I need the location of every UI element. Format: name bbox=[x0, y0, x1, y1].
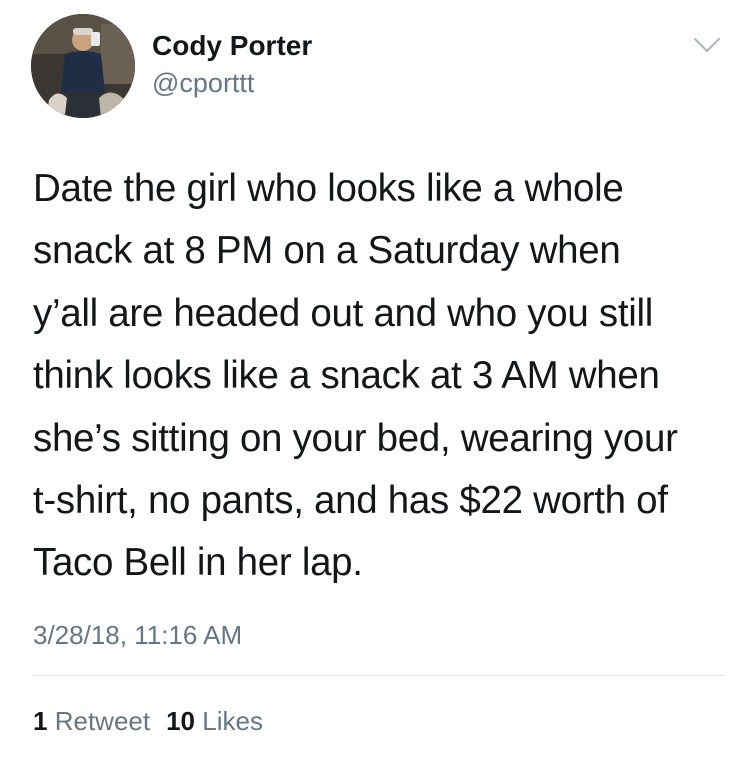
author-handle[interactable]: @cporttt bbox=[152, 68, 254, 98]
chevron-down-icon[interactable] bbox=[692, 34, 722, 56]
tweet-stats: 1 Retweet 10 Likes bbox=[33, 705, 263, 737]
likes-stat[interactable]: 10 Likes bbox=[166, 705, 263, 737]
tweet-text-line: Date the girl who looks like a whole bbox=[33, 167, 624, 210]
likes-label: Likes bbox=[202, 706, 263, 736]
profile-photo bbox=[31, 14, 135, 118]
retweets-count: 1 bbox=[33, 706, 48, 736]
tweet-text-line: Taco Bell in her lap. bbox=[33, 541, 363, 585]
divider bbox=[33, 675, 725, 676]
tweet-text-line: she’s sitting on your bed, wearing your bbox=[33, 416, 678, 460]
tweet-text: Date the girl who looks like a whole sna… bbox=[33, 158, 733, 595]
tweet-text-line: y’all are headed out and who you still bbox=[33, 291, 653, 335]
retweets-stat[interactable]: 1 Retweet bbox=[33, 705, 150, 737]
tweet-text-line: snack at 8 PM on a Saturday when bbox=[33, 229, 621, 273]
tweet-card: Cody Porter @cporttt Date the girl who l… bbox=[0, 0, 750, 757]
likes-count: 10 bbox=[166, 706, 196, 736]
tweet-text-line: t-shirt, no pants, and has $22 worth of bbox=[33, 479, 668, 523]
author-name[interactable]: Cody Porter bbox=[152, 31, 312, 61]
tweet-timestamp[interactable]: 3/28/18, 11:16 AM bbox=[33, 619, 242, 651]
tweet-text-line: think looks like a snack at 3 AM when bbox=[33, 354, 660, 398]
avatar[interactable] bbox=[31, 14, 135, 118]
retweets-label: Retweet bbox=[54, 706, 151, 736]
